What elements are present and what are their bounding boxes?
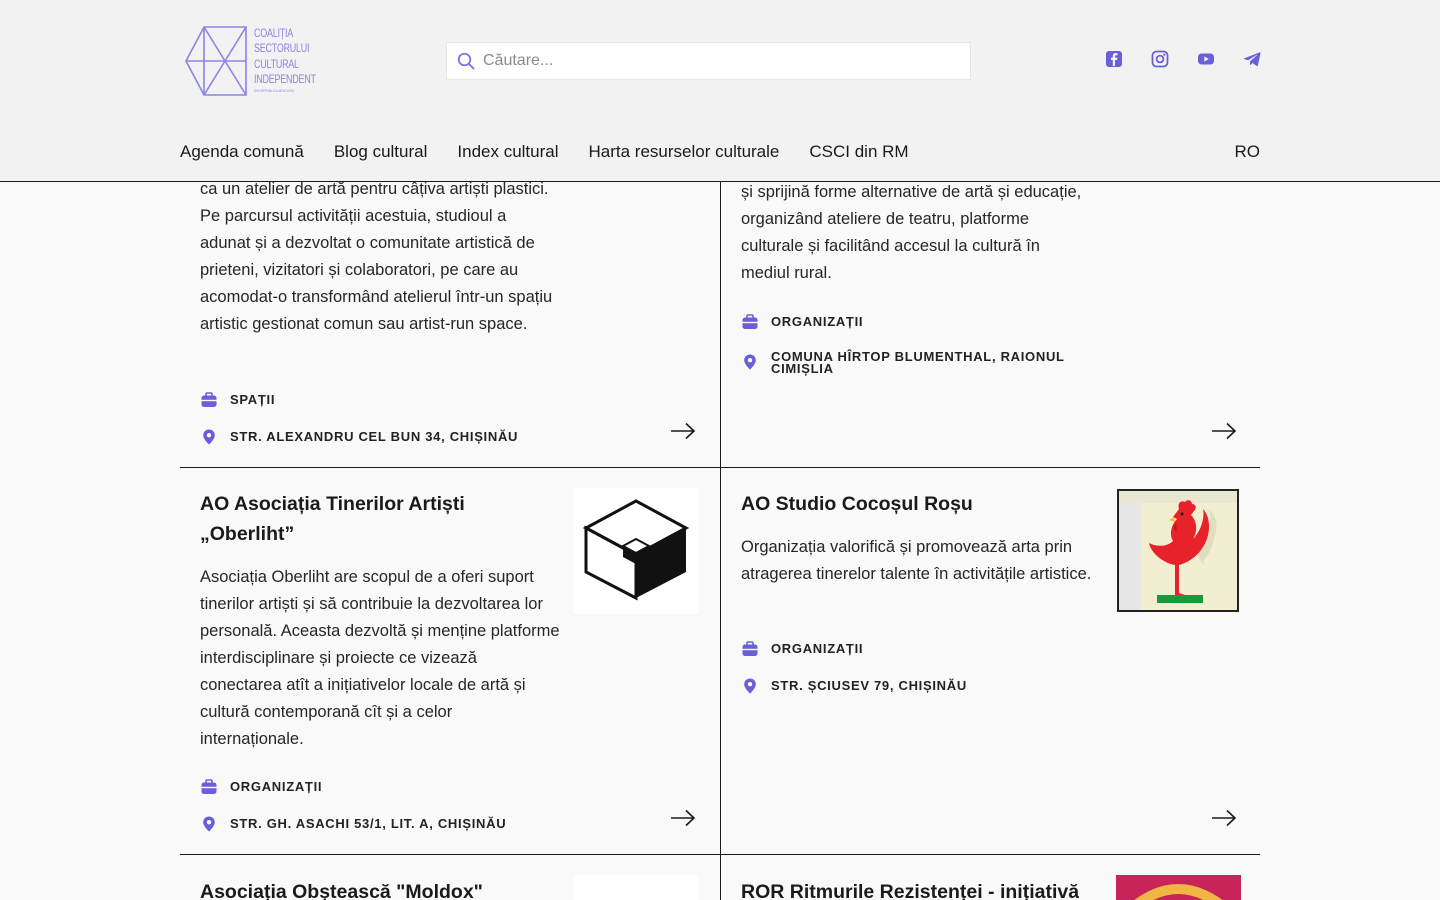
card-category: Organizații [741,313,863,331]
card-address: Str. Șciusev 79, Chișinău [741,677,967,695]
card-description: și sprijină forme alternative de artă și… [741,183,1082,282]
resource-card[interactable]: AO Studio Cocoșul Roșu Organizația valor… [720,468,1260,854]
social-links [1104,49,1262,69]
card-title[interactable]: Asociația Obștească "Moldox" [200,877,483,900]
category-label: Organizații [771,314,864,329]
location-pin-icon [203,429,215,445]
logo-subtitle: DIN REPUBLICA MOLDOVA [254,88,294,94]
main-nav: Agenda comună Blog cultural Index cultur… [180,142,939,162]
ror-logo-image [1134,884,1223,900]
location-pin-icon [203,816,215,832]
logo[interactable]: COALIȚIA SECTORULUI CULTURAL INDEPENDENT… [184,25,324,97]
briefcase-icon [742,641,758,656]
card-address: Comuna Hîrtop Blumenthal, raionul Cimișl… [741,349,1081,376]
search-input[interactable] [483,52,963,70]
address-label: Str. Alexandru cel Bun 34, Chișinău [230,429,519,444]
card-thumbnail[interactable] [1117,489,1239,612]
logo-text: COALIȚIA SECTORULUI CULTURAL INDEPENDENT… [254,27,316,94]
site-header: COALIȚIA SECTORULUI CULTURAL INDEPENDENT… [0,0,1440,182]
briefcase-icon [201,392,217,407]
nav-item-harta[interactable]: Harta resurselor culturale [589,142,780,162]
nav-item-agenda[interactable]: Agenda comună [180,142,304,162]
card-description: Organizația valorifică și promovează art… [741,538,1092,583]
briefcase-icon [742,314,758,329]
nav-item-blog[interactable]: Blog cultural [334,142,428,162]
language-switch[interactable]: RO [1235,142,1261,162]
card-thumbnail[interactable] [573,488,699,614]
resource-card[interactable]: Asociația Obștească "Moldox" [180,855,720,900]
nav-item-csci[interactable]: CSCI din RM [809,142,908,162]
card-address: Str. Alexandru cel Bun 34, Chișinău [200,428,518,446]
category-label: Organizații [230,779,323,794]
card-description: Asociația Oberliht are scopul de a oferi… [200,568,560,748]
red-rooster-image [1119,491,1237,610]
logo-line-2: SECTORULUI [254,43,310,56]
category-label: Spații [230,392,276,407]
cube-logo-image [582,499,690,601]
nav-item-index[interactable]: Index cultural [457,142,558,162]
resource-card[interactable]: ROR Ritmurile Rezistenței - inițiativă [720,855,1260,900]
arrow-right-icon[interactable] [670,809,696,827]
card-category: Organizații [200,778,322,796]
logo-icon [185,26,247,96]
search-icon [457,52,475,70]
card-category: Spații [200,391,275,409]
facebook-icon[interactable] [1104,49,1124,69]
location-pin-icon [744,678,756,694]
address-label: Comuna Hîrtop Blumenthal, raionul Cimișl… [771,349,1065,376]
card-address: Str. Gh. Asachi 53/1, lit. A, Chișinău [200,815,506,833]
logo-line-3: CULTURAL [254,58,299,71]
location-pin-icon [744,354,756,370]
logo-line-1: COALIȚIA [254,28,294,40]
arrow-right-icon[interactable] [670,422,696,440]
telegram-icon[interactable] [1242,49,1262,69]
instagram-icon[interactable] [1150,49,1170,69]
card-category: Organizații [741,640,863,658]
youtube-icon[interactable] [1196,49,1216,69]
card-title[interactable]: ROR Ritmurile Rezistenței - inițiativă [741,877,1079,900]
address-label: Str. Șciusev 79, Chișinău [771,678,967,693]
card-description: ca un atelier de artă pentru câțiva arti… [200,180,553,333]
arrow-right-icon[interactable] [1211,422,1237,440]
address-label: Str. Gh. Asachi 53/1, lit. A, Chișinău [230,816,507,831]
card-thumbnail[interactable] [573,875,699,900]
search-box[interactable] [446,42,971,80]
card-title[interactable]: AO Asociația Tinerilor Artiști „Oberliht… [200,489,550,549]
card-thumbnail[interactable] [1116,875,1241,900]
briefcase-icon [201,779,217,794]
card-title[interactable]: AO Studio Cocoșul Roșu [741,489,1091,519]
logo-line-4: INDEPENDENT [254,73,316,86]
resource-card[interactable]: AO Asociația Tinerilor Artiști „Oberliht… [180,468,720,854]
category-label: Organizații [771,641,864,656]
arrow-right-icon[interactable] [1211,809,1237,827]
